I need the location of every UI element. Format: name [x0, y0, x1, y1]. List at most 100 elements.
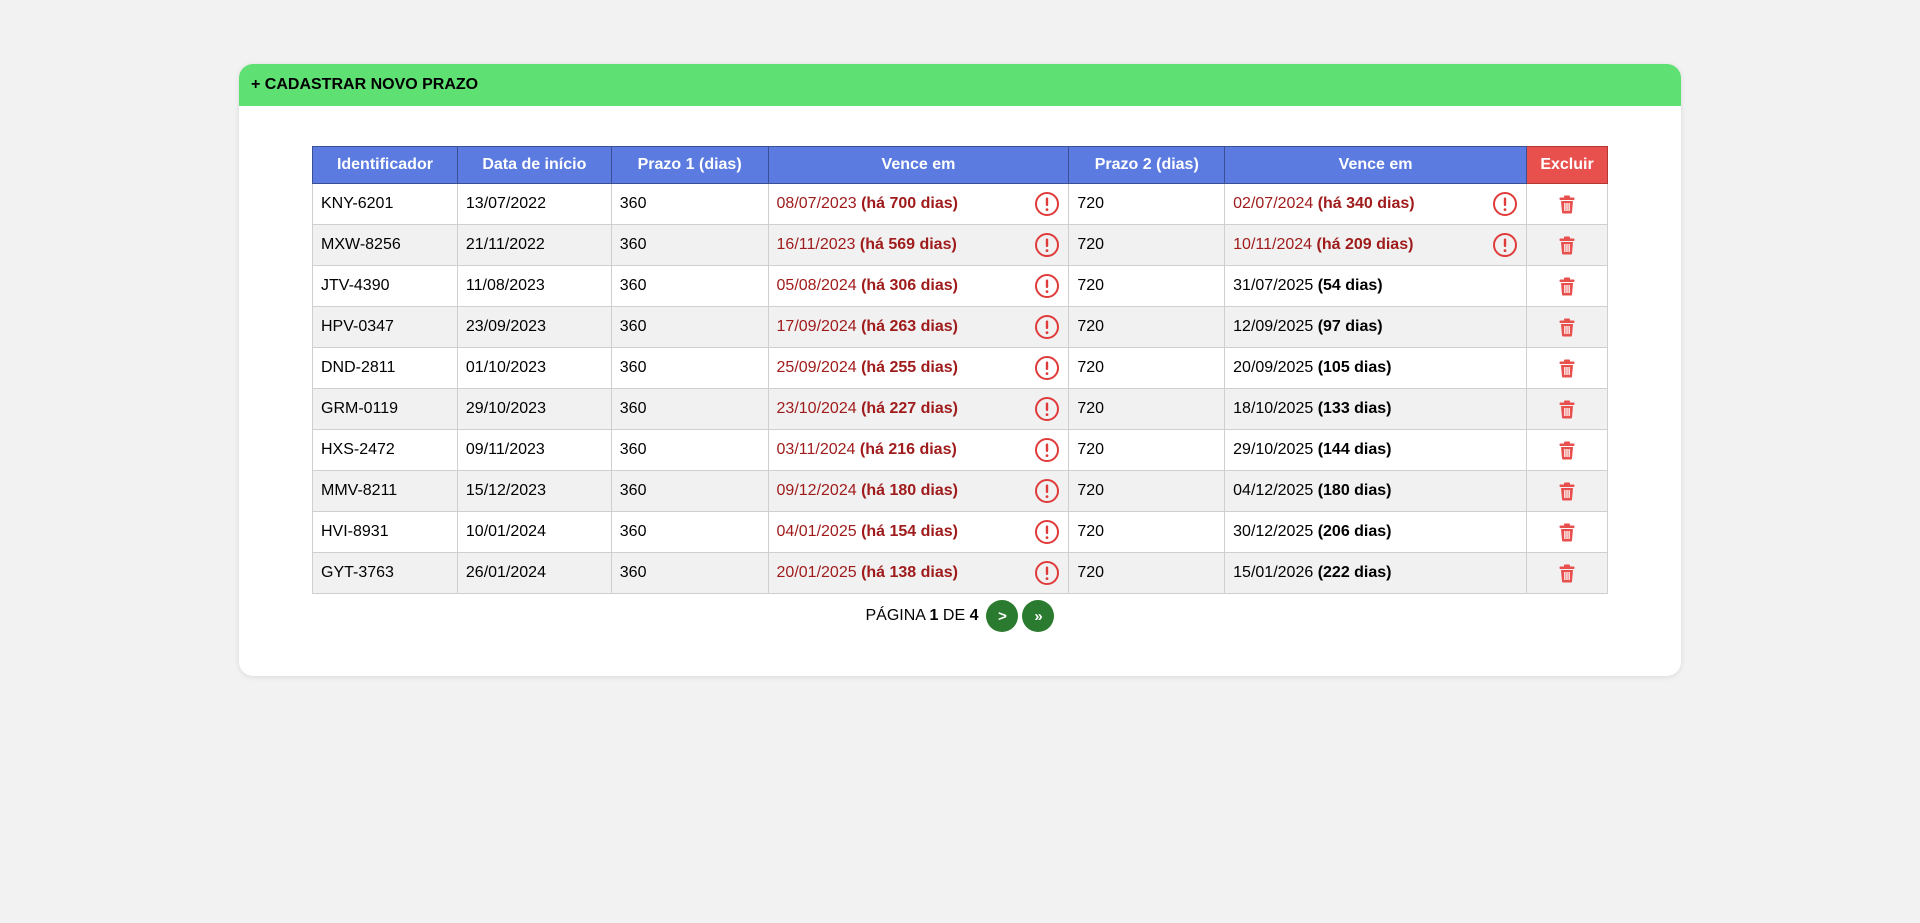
- due-date: 17/09/2024: [776, 318, 857, 335]
- prazo-2-cell: 720: [1068, 265, 1226, 307]
- trash-icon[interactable]: [1557, 399, 1577, 419]
- exclamation-circle-icon: [1034, 273, 1060, 299]
- trash-icon[interactable]: [1557, 563, 1577, 583]
- col-identificador: Identificador: [312, 146, 458, 184]
- prazo-2-cell: 720: [1068, 470, 1226, 512]
- excluir-cell: [1526, 183, 1608, 225]
- days-remaining: (180 dias): [1317, 482, 1392, 499]
- trash-icon[interactable]: [1557, 194, 1577, 214]
- days-remaining: (97 dias): [1317, 318, 1383, 335]
- days-remaining: (222 dias): [1317, 564, 1392, 581]
- prazo-1-cell: 360: [610, 429, 769, 471]
- prazo-1-cell: 360: [610, 265, 769, 307]
- prazo-2-cell: 720: [1068, 511, 1226, 553]
- vence-em-2-cell: 18/10/2025 (133 dias): [1224, 388, 1527, 430]
- exclamation-circle-icon: [1492, 232, 1518, 258]
- vence-em-2-text: 31/07/2025 (54 dias): [1233, 277, 1382, 295]
- prazos-table: Identificador Data de início Prazo 1 (di…: [312, 146, 1608, 594]
- table-row: HPV-0347 23/09/2023 360 17/09/2024 (há 263 …: [312, 306, 1608, 348]
- vence-em-1-text: 17/09/2024 (há 263 dias): [777, 318, 958, 336]
- exclamation-circle-icon: [1034, 519, 1060, 545]
- prazo-1-cell: 360: [610, 388, 769, 430]
- prazo-2-cell: 720: [1068, 306, 1226, 348]
- exclamation-circle-icon: [1034, 437, 1060, 463]
- vence-em-2-cell: 31/07/2025 (54 dias): [1224, 265, 1527, 307]
- vence-em-2-text: 04/12/2025 (180 dias): [1233, 482, 1391, 500]
- due-date: 12/09/2025: [1233, 318, 1314, 335]
- data-inicio-cell: 10/01/2024: [456, 511, 612, 553]
- prazos-card: + CADASTRAR NOVO PRAZO Identificador Dat…: [239, 64, 1681, 676]
- days-remaining: (há 227 dias): [861, 400, 958, 417]
- exclamation-circle-icon: [1492, 191, 1518, 217]
- col-vence-em-2: Vence em: [1224, 146, 1527, 184]
- prazo-1-cell: 360: [610, 347, 769, 389]
- trash-icon[interactable]: [1557, 317, 1577, 337]
- data-inicio-cell: 11/08/2023: [456, 265, 612, 307]
- excluir-cell: [1526, 306, 1608, 348]
- vence-em-1-text: 09/12/2024 (há 180 dias): [777, 482, 958, 500]
- vence-em-1-cell: 17/09/2024 (há 263 dias): [767, 306, 1070, 348]
- page-current: 1: [929, 607, 939, 624]
- trash-icon[interactable]: [1557, 522, 1577, 542]
- data-inicio-cell: 01/10/2023: [456, 347, 612, 389]
- due-date: 05/08/2024: [776, 277, 857, 294]
- exclamation-circle-icon: [1034, 232, 1060, 258]
- excluir-cell: [1526, 552, 1608, 594]
- days-remaining: (54 dias): [1317, 277, 1383, 294]
- table-header: Identificador Data de início Prazo 1 (di…: [312, 146, 1608, 184]
- exclamation-circle-icon: [1034, 314, 1060, 340]
- identificador-cell: MXW-8256: [312, 224, 458, 266]
- days-remaining: (há 306 dias): [861, 277, 958, 294]
- trash-icon[interactable]: [1557, 481, 1577, 501]
- table-row: MXW-8256 21/11/2022 360 16/11/2023 (há 569 …: [312, 224, 1608, 266]
- days-remaining: (há 255 dias): [861, 359, 958, 376]
- trash-icon[interactable]: [1557, 440, 1577, 460]
- due-date: 31/07/2025: [1233, 277, 1314, 294]
- table-row: HXS-2472 09/11/2023 360 03/11/2024 (há 216 …: [312, 429, 1608, 471]
- days-remaining: (há 154 dias): [861, 523, 958, 540]
- excluir-cell: [1526, 470, 1608, 512]
- prazo-1-cell: 360: [610, 224, 769, 266]
- due-date: 09/12/2024: [776, 482, 857, 499]
- trash-icon[interactable]: [1557, 235, 1577, 255]
- col-excluir: Excluir: [1526, 146, 1608, 184]
- table-body: KNY-6201 13/07/2022 360 08/07/2023 (há 700 …: [312, 183, 1608, 594]
- vence-em-2-cell: 12/09/2025 (97 dias): [1224, 306, 1527, 348]
- excluir-cell: [1526, 388, 1608, 430]
- vence-em-1-text: 25/09/2024 (há 255 dias): [777, 359, 958, 377]
- vence-em-2-text: 29/10/2025 (144 dias): [1233, 441, 1391, 459]
- data-inicio-cell: 23/09/2023: [456, 306, 612, 348]
- exclamation-circle-icon: [1034, 191, 1060, 217]
- vence-em-2-text: 30/12/2025 (206 dias): [1233, 523, 1391, 541]
- next-page-button[interactable]: >: [986, 600, 1019, 632]
- vence-em-1-cell: 25/09/2024 (há 255 dias): [767, 347, 1070, 389]
- prazo-1-cell: 360: [610, 470, 769, 512]
- prazo-2-cell: 720: [1068, 552, 1226, 594]
- vence-em-2-text: 15/01/2026 (222 dias): [1233, 564, 1391, 582]
- days-remaining: (133 dias): [1317, 400, 1392, 417]
- exclamation-circle-icon: [1034, 560, 1060, 586]
- table-row: GYT-3763 26/01/2024 360 20/01/2025 (há 138 …: [312, 552, 1608, 594]
- exclamation-circle-icon: [1034, 478, 1060, 504]
- days-remaining: (há 209 dias): [1316, 236, 1414, 253]
- prazo-2-cell: 720: [1068, 183, 1226, 225]
- due-date: 15/01/2026: [1233, 564, 1314, 581]
- data-inicio-cell: 21/11/2022: [456, 224, 612, 266]
- vence-em-1-text: 05/08/2024 (há 306 dias): [777, 277, 958, 295]
- due-date: 25/09/2024: [776, 359, 857, 376]
- vence-em-2-cell: 10/11/2024 (há 209 dias): [1224, 224, 1527, 266]
- vence-em-2-cell: 20/09/2025 (105 dias): [1224, 347, 1527, 389]
- vence-em-1-text: 03/11/2024 (há 216 dias): [777, 441, 957, 459]
- trash-icon[interactable]: [1557, 358, 1577, 378]
- col-data-inicio: Data de início: [456, 146, 612, 184]
- vence-em-2-cell: 29/10/2025 (144 dias): [1224, 429, 1527, 471]
- last-page-button[interactable]: »: [1022, 600, 1055, 632]
- add-prazo-button[interactable]: + CADASTRAR NOVO PRAZO: [239, 64, 1681, 106]
- days-remaining: (há 340 dias): [1317, 195, 1415, 212]
- vence-em-1-cell: 04/01/2025 (há 154 dias): [767, 511, 1070, 553]
- prazo-1-cell: 360: [610, 306, 769, 348]
- due-date: 23/10/2024: [776, 400, 857, 417]
- due-date: 08/07/2023: [776, 195, 857, 212]
- excluir-cell: [1526, 224, 1608, 266]
- trash-icon[interactable]: [1557, 276, 1577, 296]
